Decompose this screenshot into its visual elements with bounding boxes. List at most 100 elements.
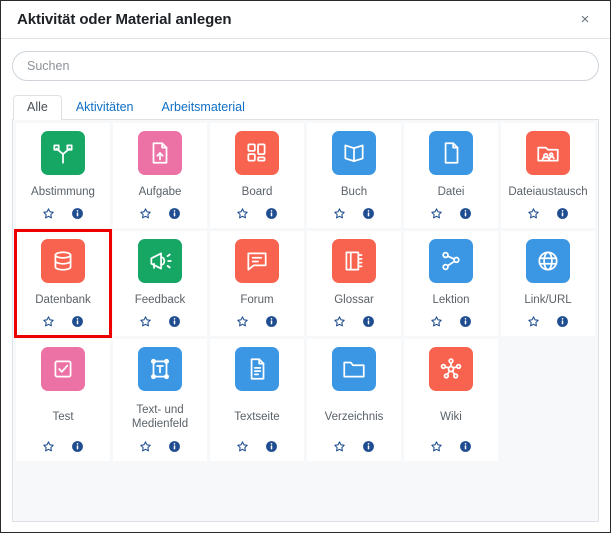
activity-card-lektion[interactable]: Lektion — [404, 231, 498, 336]
info-circle-icon[interactable] — [459, 207, 472, 220]
dialog-header: Aktivität oder Material anlegen × — [1, 1, 610, 39]
info-circle-icon[interactable] — [362, 315, 375, 328]
star-outline-icon[interactable] — [430, 440, 443, 453]
tab-alle[interactable]: Alle — [13, 95, 62, 120]
quiz-icon — [41, 347, 85, 391]
activity-card-test[interactable]: Test — [16, 339, 110, 461]
globe-icon — [526, 239, 570, 283]
activity-card-label: Textseite — [234, 410, 280, 423]
star-outline-icon[interactable] — [139, 207, 152, 220]
activity-card-label: Abstimmung — [31, 186, 95, 199]
database-icon — [41, 239, 85, 283]
info-circle-icon[interactable] — [265, 315, 278, 328]
page-icon — [235, 347, 279, 391]
activity-card-wiki[interactable]: Wiki — [404, 339, 498, 461]
activity-card-aufgabe[interactable]: Aufgabe — [113, 123, 207, 228]
activity-card-buch[interactable]: Buch — [307, 123, 401, 228]
info-circle-icon[interactable] — [168, 315, 181, 328]
activity-card-actions — [527, 315, 569, 336]
info-circle-icon[interactable] — [459, 315, 472, 328]
wiki-icon — [429, 347, 473, 391]
activity-card-actions — [42, 207, 84, 228]
activity-card-label: Lektion — [432, 294, 470, 307]
info-circle-icon[interactable] — [71, 207, 84, 220]
search-input[interactable] — [12, 51, 599, 81]
activity-card-actions — [236, 315, 278, 336]
activity-card-actions — [236, 207, 278, 228]
close-icon[interactable]: × — [574, 9, 596, 31]
megaphone-icon — [138, 239, 182, 283]
star-outline-icon[interactable] — [42, 207, 55, 220]
choice-icon — [41, 131, 85, 175]
activity-card-abstimmung[interactable]: Abstimmung — [16, 123, 110, 228]
activity-card-label: Aufgabe — [138, 186, 182, 199]
activity-card-actions — [139, 315, 181, 336]
activity-card-feedback[interactable]: Feedback — [113, 231, 207, 336]
activity-card-label: Datenbank — [35, 294, 91, 307]
info-circle-icon[interactable] — [168, 440, 181, 453]
star-outline-icon[interactable] — [333, 207, 346, 220]
file-icon — [429, 131, 473, 175]
star-outline-icon[interactable] — [139, 440, 152, 453]
activity-card-actions — [236, 440, 278, 461]
star-outline-icon[interactable] — [430, 315, 443, 328]
info-circle-icon[interactable] — [71, 315, 84, 328]
info-circle-icon[interactable] — [556, 207, 569, 220]
activity-grid-panel: Abstimmung Aufgabe Board Buch Datei Dateiaust… — [12, 120, 599, 522]
activity-grid-empty-cell — [501, 339, 595, 461]
info-circle-icon[interactable] — [168, 207, 181, 220]
info-circle-icon[interactable] — [71, 440, 84, 453]
activity-card-actions — [333, 440, 375, 461]
glossary-icon — [332, 239, 376, 283]
star-outline-icon[interactable] — [236, 207, 249, 220]
activity-card-board[interactable]: Board — [210, 123, 304, 228]
activity-card-label: Glossar — [334, 294, 374, 307]
activity-card-actions — [333, 315, 375, 336]
activity-card-forum[interactable]: Forum — [210, 231, 304, 336]
star-outline-icon[interactable] — [139, 315, 152, 328]
board-icon — [235, 131, 279, 175]
activity-card-text-und-medienfeld[interactable]: Text- und Medienfeld — [113, 339, 207, 461]
info-circle-icon[interactable] — [556, 315, 569, 328]
info-circle-icon[interactable] — [362, 207, 375, 220]
activity-card-actions — [430, 440, 472, 461]
activity-card-glossar[interactable]: Glossar — [307, 231, 401, 336]
star-outline-icon[interactable] — [527, 315, 540, 328]
tab-arbeitsmaterial[interactable]: Arbeitsmaterial — [148, 95, 259, 120]
info-circle-icon[interactable] — [459, 440, 472, 453]
activity-card-datenbank[interactable]: Datenbank — [14, 229, 112, 338]
activity-card-actions — [139, 440, 181, 461]
dialog-title: Aktivität oder Material anlegen — [17, 11, 232, 28]
star-outline-icon[interactable] — [527, 207, 540, 220]
star-outline-icon[interactable] — [333, 440, 346, 453]
star-outline-icon[interactable] — [333, 315, 346, 328]
star-outline-icon[interactable] — [236, 315, 249, 328]
activity-card-label: Datei — [437, 186, 465, 199]
info-circle-icon[interactable] — [265, 440, 278, 453]
activity-card-dateiaustausch[interactable]: Dateiaustausch — [501, 123, 595, 228]
book-icon — [332, 131, 376, 175]
activity-card-textseite[interactable]: Textseite — [210, 339, 304, 461]
tab-bar: Alle Aktivitäten Arbeitsmaterial — [12, 93, 599, 120]
star-outline-icon[interactable] — [430, 207, 443, 220]
activity-card-label: Board — [241, 186, 273, 199]
lesson-icon — [429, 239, 473, 283]
info-circle-icon[interactable] — [265, 207, 278, 220]
star-outline-icon[interactable] — [42, 315, 55, 328]
assignment-icon — [138, 131, 182, 175]
tab-aktivitaeten[interactable]: Aktivitäten — [62, 95, 148, 120]
star-outline-icon[interactable] — [42, 440, 55, 453]
activity-card-link-url[interactable]: Link/URL — [501, 231, 595, 336]
info-circle-icon[interactable] — [362, 440, 375, 453]
dialog-body: Alle Aktivitäten Arbeitsmaterial Abstimm… — [1, 39, 610, 532]
activity-card-verzeichnis[interactable]: Verzeichnis — [307, 339, 401, 461]
folder-icon — [332, 347, 376, 391]
activity-card-label: Buch — [340, 186, 368, 199]
activity-card-label: Link/URL — [524, 294, 572, 307]
activity-card-actions — [333, 207, 375, 228]
activity-card-datei[interactable]: Datei — [404, 123, 498, 228]
activity-card-actions — [430, 315, 472, 336]
star-outline-icon[interactable] — [236, 440, 249, 453]
activity-card-label: Verzeichnis — [324, 410, 384, 423]
activity-card-actions — [139, 207, 181, 228]
